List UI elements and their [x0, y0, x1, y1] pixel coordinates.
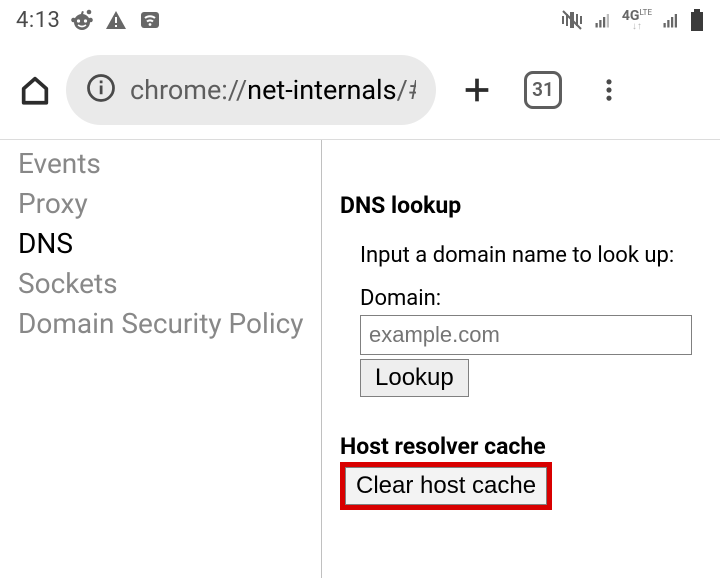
omnibox[interactable]: chrome://net-internals/#dn: [66, 55, 436, 125]
tab-switcher-button[interactable]: 31: [518, 65, 568, 115]
reddit-app-icon: [70, 8, 94, 32]
sidebar-item-events[interactable]: Events: [18, 144, 321, 184]
dns-lookup-title: DNS lookup: [340, 192, 702, 219]
sidebar-item-dns[interactable]: DNS: [18, 224, 321, 264]
clear-host-cache-highlight: Clear host cache: [340, 462, 552, 510]
domain-input[interactable]: [360, 315, 692, 355]
dns-lookup-help: Input a domain name to look up:: [360, 243, 702, 268]
sidebar-nav: Events Proxy DNS Sockets Domain Security…: [0, 140, 322, 578]
main-content: DNS lookup Input a domain name to look u…: [322, 140, 720, 578]
signal-bars-icon-1: [594, 11, 612, 29]
tab-count-badge: 31: [524, 71, 562, 109]
domain-field-label: Domain:: [360, 286, 702, 311]
host-resolver-cache-title: Host resolver cache: [340, 433, 702, 460]
browser-toolbar: chrome://net-internals/#dn 31: [0, 40, 720, 140]
battery-icon: [690, 9, 704, 31]
status-clock: 4:13: [16, 8, 60, 33]
lookup-button[interactable]: Lookup: [360, 359, 469, 397]
signal-bars-icon-2: [662, 11, 680, 29]
network-type-label: 4GLTE ↓↑: [622, 5, 652, 30]
overflow-menu-button[interactable]: [584, 65, 634, 115]
url-text: chrome://net-internals/#dn: [130, 74, 416, 106]
new-tab-button[interactable]: [452, 65, 502, 115]
vibrate-mute-icon: [560, 8, 584, 32]
android-status-bar: 4:13 4GLTE ↓↑: [0, 0, 720, 40]
warning-icon: [104, 8, 128, 32]
clear-host-cache-button[interactable]: Clear host cache: [345, 467, 547, 505]
wifi-icon: [138, 8, 162, 32]
home-button[interactable]: [14, 69, 56, 111]
site-info-icon[interactable]: [86, 73, 116, 107]
sidebar-item-sockets[interactable]: Sockets: [18, 264, 321, 304]
sidebar-item-domain-security-policy[interactable]: Domain Security Policy: [18, 304, 321, 344]
sidebar-item-proxy[interactable]: Proxy: [18, 184, 321, 224]
